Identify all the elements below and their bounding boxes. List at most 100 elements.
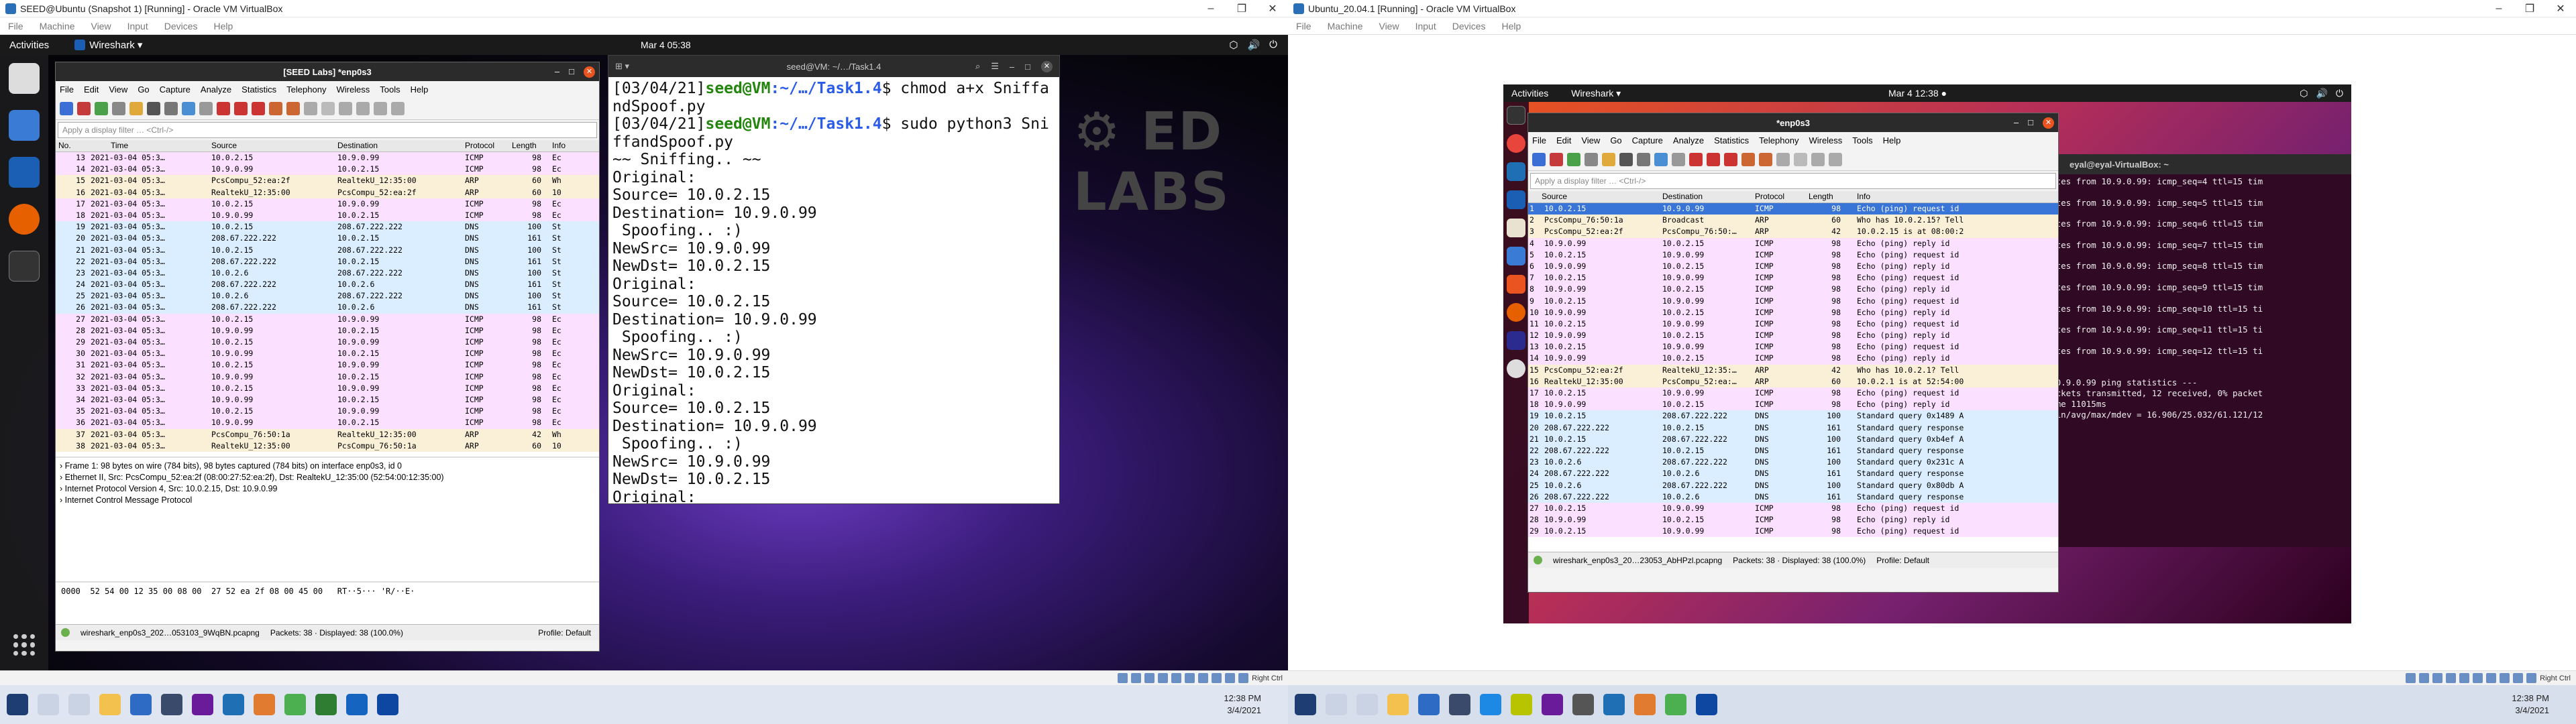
table-row[interactable]: 10 10.9.0.99 10.0.2.15 ICMP 98 Echo (ping) re… xyxy=(1528,306,2058,318)
virtualbox-taskbar-icon[interactable] xyxy=(377,694,398,715)
maximize-button[interactable]: □ xyxy=(1025,62,1030,72)
maximize-button[interactable]: ❐ xyxy=(1226,0,1257,17)
col-destination[interactable]: Destination xyxy=(337,141,378,150)
table-row[interactable]: 20 2021-03-04 05:3… 208.67.222.222 10.0.2.1… xyxy=(56,233,599,245)
col-no[interactable]: No. xyxy=(58,141,71,150)
table-row[interactable]: 31 2021-03-04 05:3… 10.0.2.15 10.9.0.99 ICMP… xyxy=(56,359,599,371)
menu-item-analyze[interactable]: Analyze xyxy=(201,84,231,95)
table-row[interactable]: 2 PcsCompu_76:50:1a Broadcast ARP 60 Who has … xyxy=(1528,215,2058,227)
app-icon[interactable] xyxy=(9,110,40,141)
minimize-button[interactable]: – xyxy=(2483,0,2514,17)
menu-item-input[interactable]: Input xyxy=(127,21,148,32)
menu-item-devices[interactable]: Devices xyxy=(1452,21,1486,32)
table-row[interactable]: 18 10.9.0.99 10.0.2.15 ICMP 98 Echo (ping) re… xyxy=(1528,399,2058,411)
stop-icon[interactable] xyxy=(77,101,91,115)
table-row[interactable]: 16 RealtekU_12:35:00 PcsCompu_52:ea:… ARP 60… xyxy=(1528,375,2058,387)
usb-icon[interactable] xyxy=(2459,673,2470,683)
chrome-icon[interactable] xyxy=(1507,134,1525,153)
software-icon[interactable] xyxy=(1507,275,1525,294)
table-row[interactable]: 17 2021-03-04 05:3… 10.0.2.15 10.9.0.99 ICMP… xyxy=(56,198,599,210)
colorize-icon[interactable] xyxy=(1794,152,1807,166)
activities-button[interactable]: Activities xyxy=(1511,88,1548,99)
close-file-icon[interactable] xyxy=(164,101,178,115)
table-row[interactable]: 15 2021-03-04 05:3… PcsCompu_52:ea:2f Realt… xyxy=(56,175,599,187)
detail-row[interactable]: › Frame 1: 98 bytes on wire (784 bits), … xyxy=(60,461,595,472)
cpu-icon[interactable] xyxy=(1225,673,1236,683)
guest-clock[interactable]: Mar 4 05:38 xyxy=(641,40,691,50)
app-icon[interactable] xyxy=(1418,694,1440,715)
maximize-button[interactable]: ❐ xyxy=(2514,0,2545,17)
app-icon[interactable] xyxy=(1507,247,1525,265)
table-row[interactable]: 6 10.9.0.99 10.0.2.15 ICMP 98 Echo (ping) rep… xyxy=(1528,260,2058,273)
host-clock[interactable]: 12:38 PM 3/4/2021 xyxy=(1224,692,1261,717)
col-source[interactable]: Source xyxy=(1542,192,1567,201)
files-icon[interactable] xyxy=(9,63,40,94)
close-button[interactable]: ✕ xyxy=(1257,0,1288,17)
table-row[interactable]: 29 2021-03-04 05:3… 10.0.2.15 10.9.0.99 ICMP… xyxy=(56,337,599,349)
table-row[interactable]: 29 10.0.2.15 10.9.0.99 ICMP 98 Echo (ping) re… xyxy=(1528,526,2058,538)
profile-label[interactable]: Profile: Default xyxy=(538,628,591,638)
menu-item-edit[interactable]: Edit xyxy=(84,84,99,95)
menu-item-go[interactable]: Go xyxy=(1610,135,1621,145)
menu-item-view[interactable]: View xyxy=(1581,135,1600,145)
terminal-output[interactable]: [03/04/21]seed@VM:~/…/Task1.4$ chmod a+x… xyxy=(608,77,1059,503)
app-icon[interactable] xyxy=(1572,694,1594,715)
table-row[interactable]: 23 10.0.2.6 208.67.222.222 DNS 100 Standard q… xyxy=(1528,457,2058,469)
search-icon[interactable] xyxy=(1326,694,1347,715)
minimize-button[interactable]: – xyxy=(1010,62,1014,72)
minimize-button[interactable]: – xyxy=(1195,0,1226,17)
save-icon[interactable] xyxy=(1619,152,1633,166)
table-row[interactable]: 3 PcsCompu_52:ea:2f PcsCompu_76:50:… ARP 42 1… xyxy=(1528,226,2058,238)
expand-arrow-icon[interactable]: › xyxy=(60,473,65,482)
system-tray[interactable]: ⬡ 🔊 ⏻ xyxy=(1229,39,1277,51)
table-row[interactable]: 26 2021-03-04 05:3… 208.67.222.222 10.0.2.6… xyxy=(56,302,599,314)
app-menu[interactable]: Wireshark ▾ xyxy=(1571,88,1621,99)
menu-item-edit[interactable]: Edit xyxy=(1556,135,1571,145)
table-row[interactable]: 1 10.0.2.15 10.9.0.99 ICMP 98 Echo (ping) req… xyxy=(1528,203,2058,215)
task-view-icon[interactable] xyxy=(68,694,90,715)
reload-icon[interactable] xyxy=(1654,152,1668,166)
detail-row[interactable]: › Ethernet II, Src: PcsCompu_52:ea:2f (0… xyxy=(60,472,595,483)
network-icon[interactable] xyxy=(2446,673,2457,683)
menu-item-tools[interactable]: Tools xyxy=(1852,135,1872,145)
go-back-icon[interactable] xyxy=(1689,152,1703,166)
menu-item-wireless[interactable]: Wireless xyxy=(336,84,370,95)
table-row[interactable]: 32 2021-03-04 05:3… 10.9.0.99 10.0.2.15 ICMP… xyxy=(56,371,599,383)
virtualbox-taskbar-icon[interactable] xyxy=(1696,694,1717,715)
firefox-icon[interactable] xyxy=(254,694,275,715)
record-icon[interactable] xyxy=(1212,673,1222,683)
table-row[interactable]: 25 2021-03-04 05:3… 10.0.2.6 208.67.222.222… xyxy=(56,290,599,302)
resize-columns-icon[interactable] xyxy=(391,101,405,115)
options-icon[interactable] xyxy=(112,101,125,115)
detail-row[interactable]: › Internet Protocol Version 4, Src: 10.0… xyxy=(60,483,595,495)
vscode-icon[interactable] xyxy=(223,694,244,715)
firefox-icon[interactable] xyxy=(1507,303,1525,322)
menu-item-machine[interactable]: Machine xyxy=(1328,21,1363,32)
table-row[interactable]: 15 PcsCompu_52:ea:2f RealtekU_12:35:… ARP 42… xyxy=(1528,364,2058,376)
menu-item-statistics[interactable]: Statistics xyxy=(1714,135,1749,145)
table-row[interactable]: 27 10.0.2.15 10.9.0.99 ICMP 98 Echo (ping) re… xyxy=(1528,502,2058,515)
table-row[interactable]: 33 2021-03-04 05:3… 10.0.2.15 10.9.0.99 ICMP… xyxy=(56,382,599,394)
zoom-in-icon[interactable] xyxy=(339,101,352,115)
table-row[interactable]: 36 2021-03-04 05:3… 10.9.0.99 10.0.2.15 ICMP… xyxy=(56,417,599,429)
menu-item-help[interactable]: Help xyxy=(1502,21,1521,32)
col-length[interactable]: Length xyxy=(1809,192,1833,201)
col-info[interactable]: Info xyxy=(552,141,566,150)
menu-item-help[interactable]: Help xyxy=(411,84,429,95)
menu-item-file[interactable]: File xyxy=(8,21,23,32)
col-protocol[interactable]: Protocol xyxy=(465,141,494,150)
close-file-icon[interactable] xyxy=(1637,152,1650,166)
table-row[interactable]: 12 10.9.0.99 10.0.2.15 ICMP 98 Echo (ping) re… xyxy=(1528,330,2058,342)
expand-arrow-icon[interactable]: › xyxy=(60,461,65,471)
colorize-icon[interactable] xyxy=(321,101,335,115)
terminal-icon[interactable] xyxy=(1507,106,1525,125)
close-button[interactable]: ✕ xyxy=(2043,117,2054,129)
options-icon[interactable] xyxy=(1585,152,1598,166)
table-row[interactable]: 27 2021-03-04 05:3… 10.0.2.15 10.9.0.99 ICMP… xyxy=(56,313,599,325)
guest-terminal-output[interactable]: 54 bytes from 10.9.0.99: icmp_seq=4 ttl=… xyxy=(2028,174,2351,422)
guest-clock[interactable]: Mar 4 12:38 ● xyxy=(1888,88,1947,99)
restart-icon[interactable] xyxy=(95,101,108,115)
app-icon[interactable] xyxy=(192,694,213,715)
save-icon[interactable] xyxy=(147,101,160,115)
menu-item-capture[interactable]: Capture xyxy=(160,84,191,95)
